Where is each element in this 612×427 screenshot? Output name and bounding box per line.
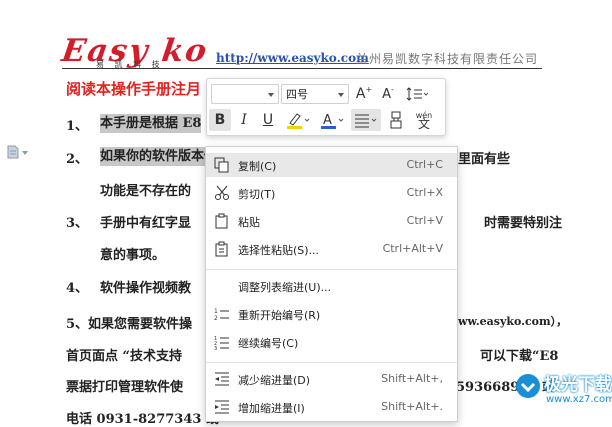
menu-item-shortcut: Ctrl+Alt+V bbox=[382, 242, 443, 255]
menu-item-decrease-indent[interactable]: 减少缩进量(D) Shift+Alt+, bbox=[206, 367, 457, 391]
menu-item-label: 粘贴 bbox=[238, 216, 260, 229]
item-number: 2、 bbox=[66, 152, 89, 167]
bold-button[interactable]: B bbox=[209, 109, 231, 131]
header-divider bbox=[62, 68, 542, 69]
item-number: 3、 bbox=[66, 216, 89, 231]
watermark-text: 极光下载站 bbox=[544, 375, 612, 395]
item-number: 1、 bbox=[66, 119, 89, 134]
menu-item-paste-special[interactable]: 选择性粘贴(S)... Ctrl+Alt+V bbox=[206, 237, 457, 261]
svg-text:3: 3 bbox=[214, 346, 217, 350]
item-number: 4、 bbox=[66, 281, 89, 296]
margin-caret-icon bbox=[22, 151, 28, 155]
restart-numbering-icon: 1 2 bbox=[214, 308, 229, 322]
chevron-down-icon bbox=[268, 93, 274, 97]
menu-separator bbox=[206, 362, 457, 363]
menu-item-shortcut: Shift+Alt+, bbox=[381, 372, 443, 385]
mini-format-toolbar: 四号 A + A- B I U A wén 文 bbox=[206, 78, 446, 136]
line-spacing-icon bbox=[406, 87, 428, 101]
site-watermark: 极光下载站 www.xz7.com bbox=[510, 368, 612, 420]
highlighter-icon bbox=[287, 113, 310, 129]
increase-indent-icon bbox=[215, 400, 229, 414]
document-margin-icon[interactable] bbox=[7, 145, 19, 159]
align-button[interactable] bbox=[351, 109, 381, 131]
menu-item-label: 选择性粘贴(S)... bbox=[238, 244, 320, 257]
chevron-down-icon bbox=[338, 93, 344, 97]
shrink-font-icon: A bbox=[382, 86, 391, 102]
grow-font-button[interactable]: A + bbox=[355, 85, 373, 103]
menu-item-label: 调整列表缩进(U)... bbox=[238, 281, 332, 294]
svg-text:2: 2 bbox=[214, 315, 218, 322]
menu-item-label: 复制(C) bbox=[238, 160, 277, 173]
italic-button[interactable]: I bbox=[233, 109, 255, 131]
menu-item-label: 增加缩进量(I) bbox=[238, 402, 305, 415]
menu-item-restart-numbering[interactable]: 1 2 重新开始编号(R) bbox=[206, 302, 457, 326]
copy-icon bbox=[214, 157, 229, 173]
menu-item-shortcut: Shift+Alt+. bbox=[381, 400, 443, 413]
menu-item-increase-indent[interactable]: 增加缩进量(I) Shift+Alt+. bbox=[206, 395, 457, 419]
menu-item-copy[interactable]: 复制(C) Ctrl+C bbox=[206, 153, 457, 177]
paragraph-line[interactable]: 票据打印管理软件使 bbox=[66, 376, 183, 395]
menu-item-shortcut: Ctrl+C bbox=[406, 158, 443, 171]
paragraph-line[interactable]: 手册中有红字显 bbox=[100, 212, 191, 231]
menu-item-label: 减少缩进量(D) bbox=[238, 374, 311, 387]
line-spacing-button[interactable] bbox=[403, 85, 431, 103]
font-name-select[interactable] bbox=[211, 84, 279, 104]
paragraph-line[interactable]: 首页面点 “技术支持 bbox=[66, 345, 182, 364]
paragraph-line[interactable]: 本手册是根据 E8 bbox=[100, 112, 202, 133]
format-painter-icon bbox=[390, 111, 402, 129]
scissors-icon bbox=[215, 185, 229, 200]
menu-item-label: 继续编号(C) bbox=[238, 337, 299, 350]
font-color-icon: A bbox=[321, 113, 344, 129]
menu-item-paste[interactable]: 粘贴 Ctrl+V bbox=[206, 209, 457, 233]
paragraph-line[interactable]: 电话 0931-8277343 或 bbox=[66, 408, 219, 427]
paragraph-fragment[interactable]: 可以下载“E8 bbox=[480, 345, 558, 364]
menu-item-label: 重新开始编号(R) bbox=[238, 309, 321, 322]
svg-text:A: A bbox=[323, 113, 332, 128]
header-url-link[interactable]: http://www.easyko.com bbox=[216, 51, 369, 65]
menu-item-cut[interactable]: 剪切(T) Ctrl+X bbox=[206, 181, 457, 205]
menu-item-continue-numbering[interactable]: 1 2 3 继续编号(C) bbox=[206, 330, 457, 354]
header-company-name: 兰州易凯数字科技有限责任公司 bbox=[356, 52, 539, 66]
format-painter-button[interactable] bbox=[385, 109, 407, 131]
font-color-button[interactable]: A bbox=[317, 109, 347, 131]
menu-item-adjust-list-indent[interactable]: 调整列表缩进(U)... bbox=[206, 274, 457, 298]
watermark-url: www.xz7.com bbox=[546, 394, 612, 405]
phonetic-guide-button[interactable]: wén 文 bbox=[411, 109, 437, 131]
paragraph-line[interactable]: 软件操作视频教 bbox=[100, 277, 191, 296]
menu-item-shortcut: Ctrl+V bbox=[406, 214, 443, 227]
svg-text:1: 1 bbox=[214, 308, 218, 315]
context-menu: 复制(C) Ctrl+C 剪切(T) Ctrl+X 粘贴 Ctrl+V 选择性粘… bbox=[205, 146, 458, 422]
menu-item-label: 剪切(T) bbox=[238, 188, 276, 201]
menu-item-shortcut: Ctrl+X bbox=[406, 186, 443, 199]
paragraph-line[interactable]: 功能是不存在的 bbox=[100, 180, 191, 199]
paragraph-line[interactable]: 意的事项。 bbox=[100, 244, 165, 263]
shrink-font-button[interactable]: A- bbox=[379, 85, 397, 103]
decrease-indent-icon bbox=[215, 372, 229, 386]
selected-text: 本手册是根据 E8 bbox=[100, 114, 202, 133]
paste-special-icon bbox=[215, 241, 228, 257]
document-title[interactable]: 阅读本操作手册注月 bbox=[66, 78, 201, 99]
paste-icon bbox=[215, 213, 228, 229]
underline-button[interactable]: U bbox=[257, 109, 279, 131]
menu-separator bbox=[206, 269, 457, 270]
font-size-select[interactable]: 四号 bbox=[281, 84, 349, 104]
highlight-button[interactable] bbox=[283, 109, 313, 131]
paragraph-fragment[interactable]: 时需要特别注 bbox=[484, 212, 562, 231]
paragraph-line[interactable]: 5、如果您需要软件操 bbox=[66, 313, 192, 332]
align-justify-icon bbox=[355, 114, 377, 128]
grow-font-icon: A bbox=[355, 86, 366, 102]
continue-numbering-icon: 1 2 3 bbox=[214, 336, 229, 350]
watermark-logo-icon bbox=[516, 374, 540, 398]
paragraph-fragment[interactable]: ww.easyko.com）， bbox=[458, 313, 567, 329]
